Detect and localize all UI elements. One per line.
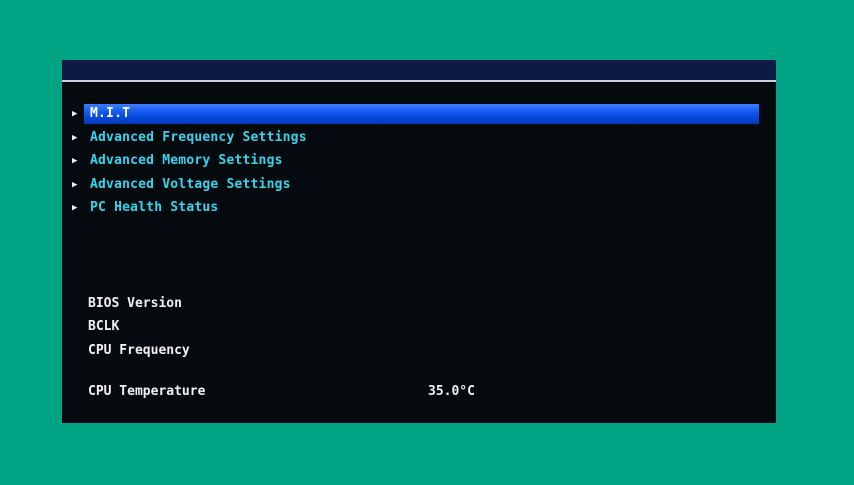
cpu-temperature-value: 35.0°C <box>428 384 475 399</box>
menu-item-advanced-voltage-settings[interactable]: ▶ Advanced Voltage Settings <box>72 175 762 195</box>
bios-header-bar <box>62 60 776 80</box>
submenu-arrow-icon: ▶ <box>72 180 78 190</box>
menu-item-pc-health-status[interactable]: ▶ PC Health Status <box>72 198 762 218</box>
info-label: BCLK <box>88 319 120 334</box>
submenu-arrow-icon: ▶ <box>72 203 78 213</box>
submenu-arrow-icon: ▶ <box>72 133 78 143</box>
menu-item-label: PC Health Status <box>90 200 219 215</box>
menu-item-label: M.I.T <box>90 106 131 121</box>
submenu-arrow-icon: ▶ <box>72 156 78 166</box>
menu-item-advanced-frequency-settings[interactable]: ▶ Advanced Frequency Settings <box>72 128 762 148</box>
menu-item-label: Advanced Voltage Settings <box>90 177 291 192</box>
bios-window: ▶ M.I.T ▶ Advanced Frequency Settings ▶ … <box>62 60 776 423</box>
info-label: CPU Temperature <box>88 384 206 399</box>
info-label: CPU Frequency <box>88 343 190 358</box>
header-divider <box>62 80 776 82</box>
info-row-bclk: BCLK <box>88 317 748 337</box>
selection-highlight <box>84 104 759 124</box>
info-row-bios-version: BIOS Version <box>88 294 748 314</box>
menu-item-label: Advanced Memory Settings <box>90 153 283 168</box>
info-row-cpu-temperature: CPU Temperature 35.0°C <box>88 382 748 402</box>
info-row-cpu-frequency: CPU Frequency <box>88 341 748 361</box>
menu-item-advanced-memory-settings[interactable]: ▶ Advanced Memory Settings <box>72 151 762 171</box>
info-label: BIOS Version <box>88 296 182 311</box>
menu-item-mit[interactable]: ▶ M.I.T <box>72 104 762 124</box>
menu-item-label: Advanced Frequency Settings <box>90 130 307 145</box>
submenu-arrow-icon: ▶ <box>72 109 78 119</box>
